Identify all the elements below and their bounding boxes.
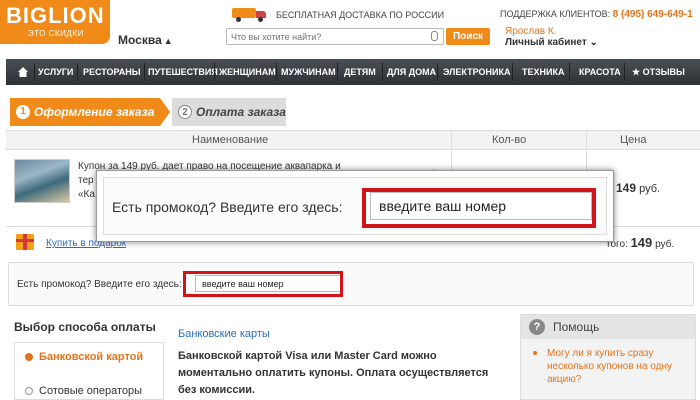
promo-highlight-frame xyxy=(183,271,343,297)
nav-separator xyxy=(34,63,35,81)
column-price: Цена xyxy=(620,134,647,146)
support-phone[interactable]: 8 (495) 649-649-1 xyxy=(613,9,693,20)
biglion-logo[interactable]: BIGLION ЭТО СКИДКИ xyxy=(0,0,110,44)
nav-item-women[interactable]: ЖЕНЩИНАМ xyxy=(219,67,276,77)
price-value: 149 xyxy=(616,181,637,195)
logo-title: BIGLION xyxy=(6,3,105,28)
column-divider xyxy=(451,131,452,149)
nav-item-men[interactable]: МУЖЧИНАМ xyxy=(281,67,336,77)
bullet-icon xyxy=(533,351,537,355)
column-name: Наименование xyxy=(192,134,269,146)
category-nav: УСЛУГИ РЕСТОРАНЫ ПУТЕШЕСТВИЯ ЖЕНЩИНАМ МУ… xyxy=(6,59,700,85)
radio-selected[interactable] xyxy=(25,353,33,361)
star-icon: ★ xyxy=(632,67,641,77)
nav-separator xyxy=(276,63,277,81)
nav-separator xyxy=(337,63,338,81)
step-payment: 2 Оплата заказа xyxy=(172,98,286,126)
nav-separator xyxy=(77,63,78,81)
nav-separator xyxy=(144,63,145,81)
search-box xyxy=(226,28,444,45)
search-button[interactable]: Поиск xyxy=(446,28,490,45)
help-header: ? Помощь xyxy=(521,315,695,339)
customer-support: ПОДДЕРЖКА КЛИЕНТОВ: 8 (495) 649-649-1 xyxy=(500,9,693,20)
nav-separator xyxy=(382,63,383,81)
total-value: 149 xyxy=(630,235,653,250)
row-price: 149 руб. xyxy=(616,181,660,195)
nav-item-travel[interactable]: ПУТЕШЕСТВИЯ xyxy=(148,67,218,77)
cabinet-label: Личный кабинет xyxy=(505,37,587,48)
site-header: BIGLION ЭТО СКИДКИ Москва ▲ БЕСПЛАТНАЯ ДО… xyxy=(0,0,700,56)
payment-method-title: Выбор способа оплаты xyxy=(14,320,156,334)
nav-separator xyxy=(512,63,513,81)
nav-separator xyxy=(569,63,570,81)
personal-cabinet-menu[interactable]: Личный кабинет ⌄ xyxy=(505,37,598,48)
help-title: Помощь xyxy=(553,320,600,334)
total-unit: руб. xyxy=(655,239,675,250)
payment-methods-list: Банковской картой Сотовые операторы xyxy=(14,342,164,400)
price-unit: руб. xyxy=(639,183,661,195)
help-panel: ? Помощь Могу ли я купить сразу нескольк… xyxy=(520,314,696,400)
question-icon: ? xyxy=(529,319,545,335)
city-label: Москва xyxy=(118,33,162,47)
zoomed-promo-label: Есть промокод? Введите его здесь: xyxy=(112,199,343,215)
chevron-up-icon: ▲ xyxy=(163,36,173,46)
chevron-down-icon: ⌄ xyxy=(589,37,598,48)
order-table-header: Наименование Кол-во Цена xyxy=(6,130,700,150)
nav-separator xyxy=(624,63,625,81)
zoomed-highlight-frame xyxy=(362,188,596,228)
free-delivery-text: БЕСПЛАТНАЯ ДОСТАВКА ПО РОССИИ xyxy=(276,10,445,20)
column-quantity: Кол-во xyxy=(492,134,527,146)
promo-code-label: Есть промокод? Введите его здесь: xyxy=(17,279,182,290)
nav-item-reviews[interactable]: ★ ОТЗЫВЫ xyxy=(632,67,685,78)
nav-item-home[interactable]: ДЛЯ ДОМА xyxy=(387,67,436,77)
microphone-icon[interactable] xyxy=(431,31,438,41)
bank-cards-description: Банковской картой Visa или Master Card м… xyxy=(178,350,489,396)
nav-separator xyxy=(437,63,438,81)
payment-option-label: Банковской картой xyxy=(39,351,144,363)
nav-item-electronics[interactable]: ЭЛЕКТРОНИКА xyxy=(443,67,510,77)
support-label: ПОДДЕРЖКА КЛИЕНТОВ: xyxy=(500,9,611,19)
nav-item-services[interactable]: УСЛУГИ xyxy=(38,67,73,77)
nav-item-reviews-label: ОТЗЫВЫ xyxy=(642,67,685,77)
step-number: 1 xyxy=(16,105,30,119)
delivery-truck-icon xyxy=(232,8,268,22)
step-order: 1 Оформление заказа xyxy=(10,98,160,126)
search-input[interactable] xyxy=(231,31,421,43)
step-arrow xyxy=(160,98,170,126)
radio-unselected[interactable] xyxy=(25,387,33,395)
step-label: Оплата заказа xyxy=(196,105,286,119)
column-divider xyxy=(586,131,587,149)
gift-icon xyxy=(16,234,34,250)
nav-separator xyxy=(214,63,215,81)
help-question-link[interactable]: Могу ли я купить сразу несколько купонов… xyxy=(547,347,693,386)
nav-item-appliances[interactable]: ТЕХНИКА xyxy=(522,67,564,77)
promo-code-section: Есть промокод? Введите его здесь: xyxy=(8,262,694,306)
city-selector[interactable]: Москва ▲ xyxy=(118,33,173,47)
nav-item-beauty[interactable]: КРАСОТА xyxy=(579,67,621,77)
step-label: Оформление заказа xyxy=(34,105,155,119)
home-icon[interactable] xyxy=(18,67,28,77)
step-number: 2 xyxy=(178,105,192,119)
payment-option-label: Сотовые операторы xyxy=(39,385,143,397)
nav-item-restaurants[interactable]: РЕСТОРАНЫ xyxy=(83,67,141,77)
order-total: того: 149 руб. xyxy=(606,235,674,250)
user-name[interactable]: Ярослав К. xyxy=(505,26,556,37)
bank-cards-heading[interactable]: Банковские карты xyxy=(178,328,270,340)
nav-item-kids[interactable]: ДЕТЯМ xyxy=(344,67,376,77)
coupon-thumbnail[interactable] xyxy=(14,159,70,203)
logo-subtitle: ЭТО СКИДКИ xyxy=(28,29,84,38)
